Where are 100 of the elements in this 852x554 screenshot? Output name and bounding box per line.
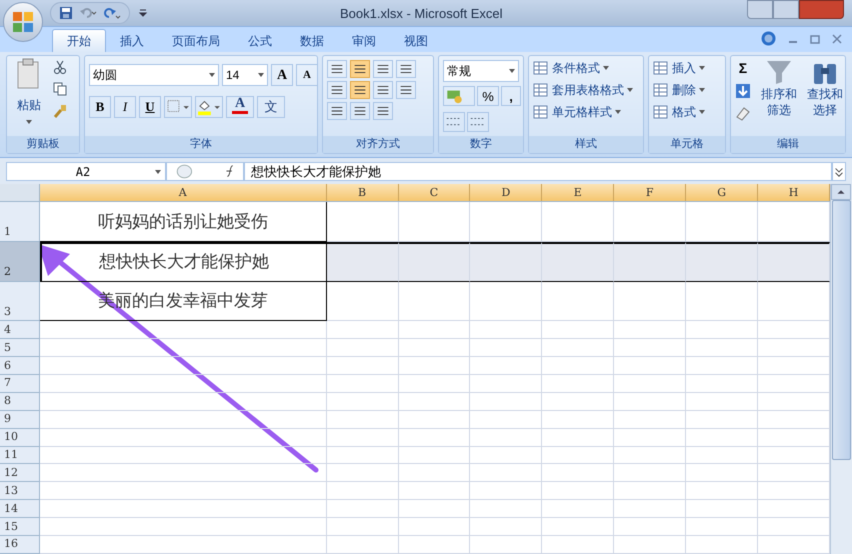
caret-icon[interactable] (615, 110, 621, 114)
empty-cell[interactable] (398, 464, 470, 482)
column-header[interactable]: F (614, 184, 686, 201)
scroll-up-icon[interactable] (831, 184, 851, 200)
empty-cell[interactable] (326, 536, 399, 554)
row-header[interactable]: 7 (0, 375, 40, 393)
maximize-button[interactable] (773, 0, 799, 19)
caret-icon[interactable] (155, 170, 161, 174)
close-button[interactable] (799, 0, 844, 19)
caret-icon[interactable] (699, 110, 705, 114)
empty-cell[interactable] (326, 518, 399, 536)
empty-cell[interactable] (686, 464, 758, 482)
selected-cell[interactable] (326, 242, 399, 282)
empty-cell[interactable] (470, 518, 542, 536)
empty-cell[interactable] (470, 392, 542, 411)
empty-cell[interactable] (470, 321, 542, 340)
empty-cell[interactable] (398, 339, 470, 358)
fill-color-icon[interactable] (195, 96, 223, 118)
bold-button[interactable]: B (89, 96, 111, 118)
shrink-font-button[interactable]: A (296, 64, 318, 86)
table-cell[interactable]: 听妈妈的话别让她受伤 (40, 202, 327, 242)
selected-cell[interactable] (398, 242, 470, 282)
cell-menu-button[interactable]: 删除 (653, 81, 705, 99)
empty-cell[interactable] (758, 536, 830, 554)
comma-button[interactable]: , (501, 86, 521, 106)
ribbon-tab[interactable]: 审阅 (338, 29, 390, 52)
cell-menu-button[interactable]: 格式 (653, 103, 705, 121)
caret-icon[interactable] (603, 66, 609, 70)
empty-cell[interactable] (398, 282, 470, 322)
row-header[interactable]: 10 (0, 428, 40, 447)
column-header[interactable]: A (40, 184, 327, 201)
fill-down-icon[interactable] (735, 83, 751, 99)
empty-cell[interactable] (326, 464, 399, 482)
align-icon[interactable] (373, 60, 393, 78)
caret-icon[interactable] (699, 88, 705, 92)
cell-menu-button[interactable]: 插入 (653, 59, 705, 77)
empty-cell[interactable] (758, 357, 830, 376)
empty-cell[interactable] (542, 518, 614, 536)
style-menu-button[interactable]: 条件格式 (533, 59, 633, 77)
empty-cell[interactable] (326, 446, 399, 464)
empty-cell[interactable] (542, 410, 614, 429)
empty-cell[interactable] (758, 428, 830, 447)
empty-cell[interactable] (470, 464, 542, 482)
align-icon[interactable] (350, 81, 370, 99)
ribbon-tab[interactable]: 公式 (234, 29, 286, 52)
expand-icon[interactable] (832, 162, 846, 181)
empty-cell[interactable] (758, 464, 830, 482)
empty-cell[interactable] (542, 536, 614, 554)
empty-cell[interactable] (470, 410, 542, 429)
scissors-icon[interactable] (53, 60, 67, 74)
empty-cell[interactable] (470, 375, 542, 393)
selected-cell[interactable] (614, 242, 686, 282)
empty-cell[interactable] (758, 500, 830, 518)
row-header[interactable]: 11 (0, 446, 40, 464)
empty-cell[interactable] (686, 375, 758, 393)
selected-cell[interactable] (758, 242, 830, 282)
empty-cell[interactable] (470, 428, 542, 447)
row-header[interactable]: 4 (0, 321, 40, 340)
save-icon[interactable] (59, 6, 73, 20)
table-format-icon[interactable] (653, 104, 669, 120)
empty-cell[interactable] (470, 500, 542, 518)
selected-cell[interactable] (686, 242, 758, 282)
empty-cell[interactable] (398, 392, 470, 411)
selected-cell[interactable] (542, 242, 614, 282)
empty-cell[interactable] (614, 536, 686, 554)
close-icon[interactable] (832, 34, 842, 44)
empty-cell[interactable] (542, 446, 614, 464)
empty-cell[interactable] (398, 500, 470, 518)
table-format-icon[interactable] (653, 60, 669, 76)
empty-cell[interactable] (686, 357, 758, 376)
caret-icon[interactable] (509, 69, 515, 73)
empty-cell[interactable] (614, 282, 686, 322)
column-header[interactable]: G (686, 184, 758, 201)
align-icon[interactable] (396, 81, 416, 99)
row-header[interactable]: 14 (0, 500, 40, 518)
empty-cell[interactable] (758, 375, 830, 393)
caret-icon[interactable] (699, 66, 705, 70)
row-header[interactable]: 12 (0, 464, 40, 482)
empty-cell[interactable] (542, 282, 614, 322)
empty-cell[interactable] (326, 282, 399, 322)
table-format-icon[interactable] (533, 104, 549, 120)
empty-cell[interactable] (758, 446, 830, 464)
row-header[interactable]: 3 (0, 282, 40, 322)
eraser-icon[interactable] (735, 105, 751, 121)
ribbon-tab[interactable]: 数据 (286, 29, 338, 52)
empty-cell[interactable] (398, 428, 470, 447)
empty-cell[interactable] (398, 536, 470, 554)
empty-cell[interactable] (614, 464, 686, 482)
empty-cell[interactable] (686, 392, 758, 411)
empty-cell[interactable] (614, 375, 686, 393)
style-menu-button[interactable]: 套用表格格式 (533, 81, 633, 99)
empty-cell[interactable] (470, 357, 542, 376)
font-name-field[interactable]: 幼圆 (89, 64, 219, 86)
italic-button[interactable]: I (114, 96, 136, 118)
empty-cell[interactable] (326, 392, 399, 411)
empty-cell[interactable] (614, 500, 686, 518)
empty-cell[interactable] (542, 428, 614, 447)
empty-cell[interactable] (686, 321, 758, 340)
empty-cell[interactable] (326, 428, 399, 447)
table-format-icon[interactable] (653, 82, 669, 98)
